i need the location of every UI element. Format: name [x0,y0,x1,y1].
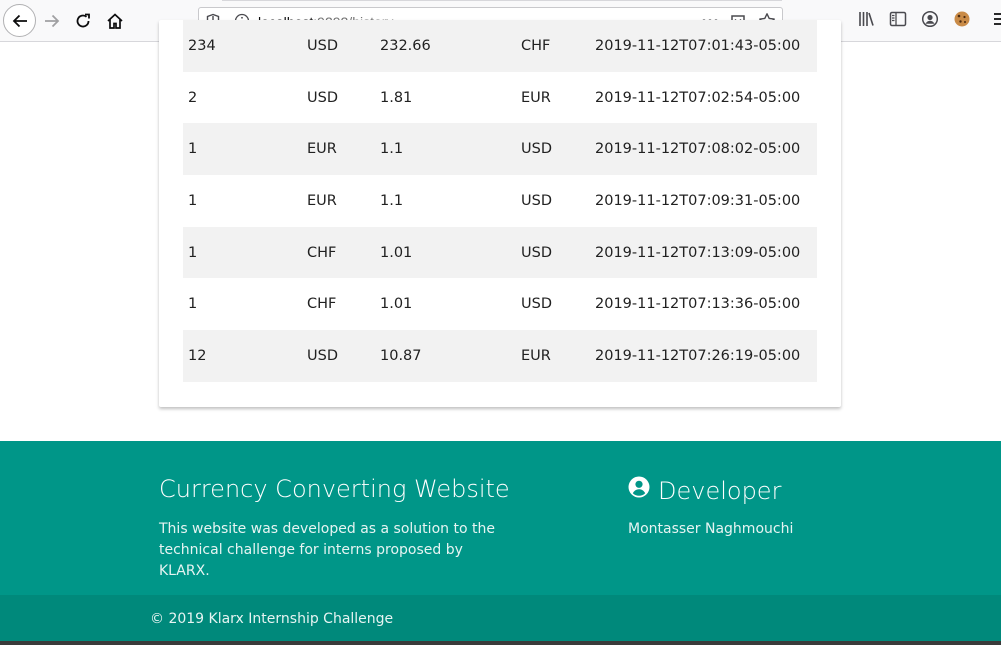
copyright-text: © 2019 Klarx Internship Challenge [150,611,394,627]
date-cell: 2019-11-12T07:01:43-05:00 [595,37,801,54]
date-cell: 2019-11-12T07:08:02-05:00 [595,141,801,158]
from-currency-cell: CHF [307,244,337,261]
amount-cell: 2 [188,89,198,106]
to-currency-cell: USD [521,296,552,313]
forward-arrow-icon [45,14,60,28]
from-currency-cell: EUR [307,192,337,209]
developer-name: Montasser Naghmouchi [628,521,794,537]
result-cell: 1.01 [380,244,413,261]
to-currency-cell: EUR [521,347,551,364]
result-cell: 232.66 [380,37,431,54]
result-cell: 1.01 [380,296,413,313]
amount-cell: 12 [188,347,207,364]
forward-button[interactable] [37,6,67,36]
result-cell: 10.87 [380,347,422,364]
date-cell: 2019-11-12T07:09:31-05:00 [595,192,801,209]
from-currency-cell: USD [307,347,338,364]
amount-cell: 1 [188,244,198,261]
table-row: 1 CHF 1.01 USD 2019-11-12T07:13:09-05:00 [183,226,817,279]
amount-cell: 1 [188,141,198,158]
to-currency-cell: EUR [521,89,551,106]
table-row: 234 USD 232.66 CHF 2019-11-12T07:01:43-0… [183,20,817,72]
from-currency-cell: EUR [307,141,337,158]
to-currency-cell: CHF [521,37,551,54]
amount-cell: 1 [188,192,198,209]
to-currency-cell: USD [521,192,552,209]
library-icon[interactable] [857,10,875,32]
result-cell: 1.1 [380,192,404,209]
date-cell: 2019-11-12T07:13:36-05:00 [595,296,801,313]
result-cell: 1.1 [380,141,404,158]
back-arrow-icon [12,14,27,27]
back-button[interactable] [3,4,36,37]
home-icon [107,13,123,29]
table-row: 1 EUR 1.1 USD 2019-11-12T07:08:02-05:00 [183,123,817,176]
date-cell: 2019-11-12T07:13:09-05:00 [595,244,801,261]
table-row: 12 USD 10.87 EUR 2019-11-12T07:26:19-05:… [183,330,817,382]
from-currency-cell: USD [307,37,338,54]
reload-button[interactable] [68,6,98,36]
developer-heading: Developer [628,476,782,505]
cookie-icon[interactable] [953,10,971,32]
menu-icon[interactable] [992,10,1001,32]
developer-heading-label: Developer [658,477,782,505]
footer-site-title: Currency Converting Website [159,475,510,503]
tab-strip-edge [222,0,782,1]
window-bottom-edge [0,641,1001,645]
footer-site-description: This website was developed as a solution… [159,521,495,579]
date-cell: 2019-11-12T07:26:19-05:00 [595,347,801,364]
account-icon[interactable] [921,10,939,32]
to-currency-cell: USD [521,141,552,158]
table-row: 1 CHF 1.01 USD 2019-11-12T07:13:36-05:00 [183,278,817,331]
from-currency-cell: USD [307,89,338,106]
copyright-bar: © 2019 Klarx Internship Challenge [0,595,1001,641]
page-footer: Currency Converting Website This website… [0,441,1001,595]
history-table: 234 USD 232.66 CHF 2019-11-12T07:01:43-0… [183,20,817,382]
account-circle-icon [628,476,650,498]
table-row: 1 EUR 1.1 USD 2019-11-12T07:09:31-05:00 [183,175,817,227]
amount-cell: 1 [188,296,198,313]
table-row: 2 USD 1.81 EUR 2019-11-12T07:02:54-05:00 [183,71,817,124]
history-table-body: 234 USD 232.66 CHF 2019-11-12T07:01:43-0… [183,20,817,382]
date-cell: 2019-11-12T07:02:54-05:00 [595,89,801,106]
from-currency-cell: CHF [307,296,337,313]
amount-cell: 234 [188,37,216,54]
sidebar-icon[interactable] [889,10,907,32]
home-button[interactable] [100,6,130,36]
result-cell: 1.81 [380,89,413,106]
reload-icon [76,13,90,28]
to-currency-cell: USD [521,244,552,261]
